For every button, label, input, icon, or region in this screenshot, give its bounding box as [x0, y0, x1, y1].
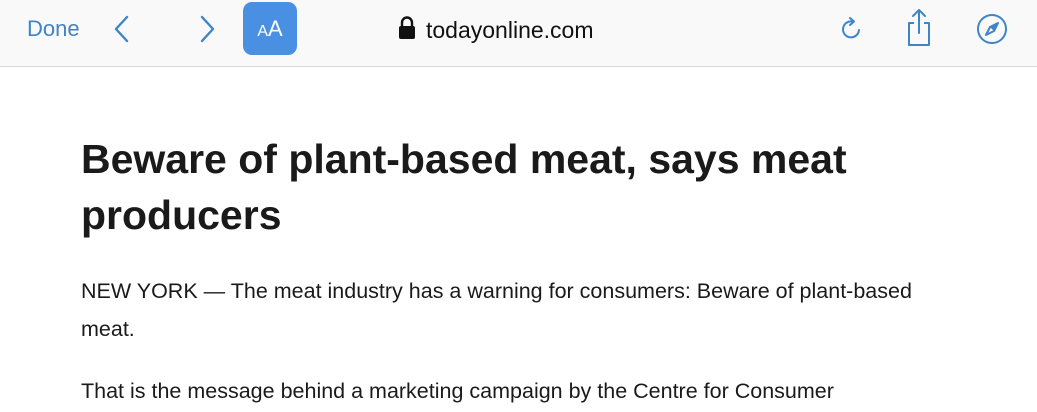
compass-icon [977, 14, 1007, 44]
share-button[interactable] [900, 6, 938, 46]
reload-button[interactable] [833, 10, 871, 48]
forward-button[interactable] [190, 12, 224, 46]
chevron-left-icon [114, 15, 129, 43]
reload-icon [842, 17, 860, 39]
browser-page: Done AA todayonline.com Beware of plant-… [0, 0, 1037, 412]
article-headline: Beware of plant-based meat, says meat pr… [81, 136, 847, 238]
open-in-safari-button[interactable] [973, 10, 1011, 48]
reader-toolbar: Done AA todayonline.com [0, 0, 1037, 67]
address-bar[interactable]: todayonline.com [398, 12, 594, 44]
address-domain: todayonline.com [426, 16, 594, 43]
article-paragraph: NEW YORK — The meat industry has a warni… [81, 279, 912, 341]
text-size-icon: AA [257, 16, 283, 41]
chevron-right-icon [200, 15, 215, 43]
article-paragraph: That is the message behind a marketing c… [81, 379, 834, 403]
done-button[interactable]: Done [27, 14, 80, 44]
share-icon [908, 9, 930, 46]
reader-text-size-button[interactable]: AA [243, 2, 297, 55]
back-button[interactable] [106, 12, 140, 46]
article-content: Beware of plant-based meat, says meat pr… [81, 131, 961, 410]
lock-icon [399, 16, 415, 39]
